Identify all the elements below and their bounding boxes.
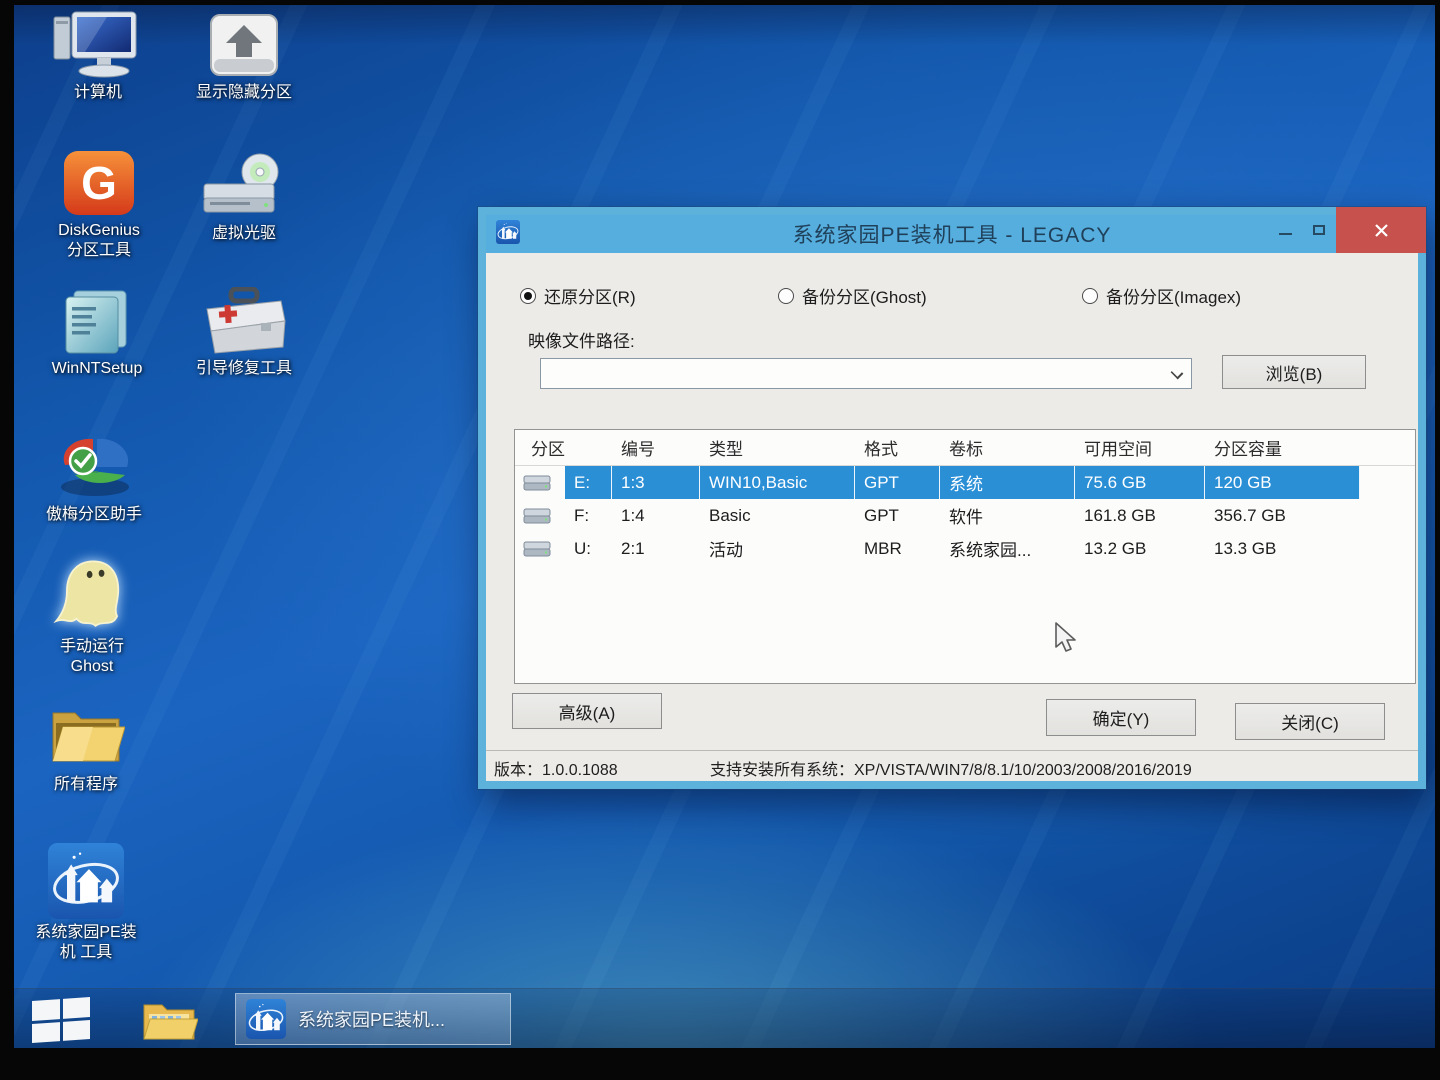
aomei-partition-icon (24, 429, 164, 501)
statusbar-divider (486, 750, 1418, 751)
col-format[interactable]: 格式 (855, 435, 940, 460)
desktop-icon-winntsetup[interactable]: WinNTSetup (27, 283, 167, 379)
icon-label: 引导修复工具 (174, 359, 314, 379)
col-label[interactable]: 卷标 (940, 435, 1075, 460)
supported-systems-text: 支持安装所有系统：XP/VISTA/WIN7/8/8.1/10/2003/200… (710, 756, 1192, 780)
desktop-icon-show-hidden-partitions[interactable]: 显示隐藏分区 (174, 7, 314, 103)
taskbar-app-label: 系统家园PE装机... (298, 1006, 445, 1032)
icon-label: 手动运行 Ghost (22, 637, 162, 677)
window-app-icon (496, 220, 520, 249)
taskbar-app-pe-tool[interactable]: 系统家园PE装机... (235, 993, 511, 1045)
table-header-row: 分区 编号 类型 格式 卷标 可用空间 分区容量 (515, 430, 1415, 466)
icon-label: 计算机 (28, 83, 168, 103)
mouse-cursor (1052, 621, 1082, 662)
icon-label: 显示隐藏分区 (174, 83, 314, 103)
virtual-cd-icon (174, 148, 314, 220)
windows-logo-icon (32, 999, 60, 1020)
monitor-screen: 计算机 显示隐藏分区 G DiskGenius 分区工具 (14, 5, 1435, 1048)
drive-icon (515, 499, 565, 532)
pe-tool-icon (246, 999, 286, 1039)
icon-label: 所有程序 (16, 775, 156, 795)
close-button[interactable]: 关闭(C) (1235, 703, 1385, 740)
icon-label: 傲梅分区助手 (24, 505, 164, 525)
radio-circle (520, 288, 536, 304)
ok-button[interactable]: 确定(Y) (1046, 699, 1196, 736)
desktop-icon-computer[interactable]: 计算机 (28, 7, 168, 103)
col-free-space[interactable]: 可用空间 (1075, 435, 1205, 460)
drive-icon (515, 532, 565, 565)
icon-label: DiskGenius 分区工具 (29, 221, 169, 261)
file-explorer-button[interactable] (140, 997, 198, 1048)
radio-label: 备份分区(Ghost) (802, 283, 927, 308)
col-capacity[interactable]: 分区容量 (1205, 435, 1360, 460)
radio-circle (778, 288, 794, 304)
radio-circle (1082, 288, 1098, 304)
chevron-down-icon (1171, 367, 1184, 380)
desktop-icon-virtual-cd[interactable]: 虚拟光驱 (174, 148, 314, 244)
boot-repair-icon (174, 283, 314, 355)
partition-table[interactable]: 分区 编号 类型 格式 卷标 可用空间 分区容量 E: 1:3 WIN10,Ba… (514, 429, 1416, 684)
pe-install-tool-window: 系统家园PE装机工具 - LEGACY 还原分区(R) (478, 207, 1426, 789)
table-row[interactable]: U: 2:1 活动 MBR 系统家园... 13.2 GB 13.3 GB (515, 532, 1415, 565)
image-path-combobox[interactable] (540, 358, 1192, 389)
maximize-button[interactable] (1302, 207, 1336, 253)
window-content: 还原分区(R) 备份分区(Ghost) 备份分区(Imagex) 映像文件路径:… (486, 253, 1418, 781)
version-text: 版本：1.0.0.1088 (494, 756, 618, 780)
ghost-icon (22, 561, 162, 633)
close-icon (1374, 223, 1389, 238)
folder-icon (16, 699, 156, 771)
diskgenius-icon: G (29, 145, 169, 217)
desktop-icon-pe-tool[interactable]: 系统家园PE装 机 工具 (16, 847, 156, 963)
explorer-folder-icon (140, 997, 198, 1043)
icon-label: WinNTSetup (27, 359, 167, 379)
start-button[interactable] (32, 997, 90, 1043)
drive-icon (515, 466, 565, 499)
radio-backup-imagex[interactable]: 备份分区(Imagex) (1082, 283, 1241, 308)
table-row[interactable]: E: 1:3 WIN10,Basic GPT 系统 75.6 GB 120 GB (515, 466, 1415, 499)
minimize-button[interactable] (1268, 207, 1302, 253)
col-type[interactable]: 类型 (700, 435, 855, 460)
radio-backup-ghost[interactable]: 备份分区(Ghost) (778, 283, 927, 308)
radio-label: 备份分区(Imagex) (1106, 283, 1241, 308)
taskbar: 系统家园PE装机... (14, 988, 1435, 1048)
advanced-button[interactable]: 高级(A) (512, 693, 662, 729)
winntsetup-icon (27, 283, 167, 355)
desktop-icon-boot-repair[interactable]: 引导修复工具 (174, 283, 314, 379)
desktop-icon-all-programs[interactable]: 所有程序 (16, 699, 156, 795)
computer-icon (28, 7, 168, 79)
icon-label: 系统家园PE装 机 工具 (16, 923, 156, 963)
browse-button[interactable]: 浏览(B) (1222, 355, 1366, 389)
titlebar[interactable]: 系统家园PE装机工具 - LEGACY (486, 215, 1418, 253)
col-number[interactable]: 编号 (612, 435, 700, 460)
radio-label: 还原分区(R) (544, 283, 636, 308)
table-row[interactable]: F: 1:4 Basic GPT 软件 161.8 GB 356.7 GB (515, 499, 1415, 532)
radio-restore-partition[interactable]: 还原分区(R) (520, 283, 636, 308)
desktop-icon-run-ghost[interactable]: 手动运行 Ghost (22, 561, 162, 677)
col-partition[interactable]: 分区 (515, 435, 612, 460)
close-window-button[interactable] (1336, 207, 1426, 253)
desktop-icon-diskgenius[interactable]: G DiskGenius 分区工具 (29, 145, 169, 261)
image-path-label: 映像文件路径: (528, 327, 635, 352)
svg-text:G: G (81, 157, 117, 209)
desktop-icon-aomei-partition[interactable]: 傲梅分区助手 (24, 429, 164, 525)
icon-label: 虚拟光驱 (174, 224, 314, 244)
show-hidden-partitions-icon (174, 7, 314, 79)
statusbar: 版本：1.0.0.1088 支持安装所有系统：XP/VISTA/WIN7/8/8… (486, 756, 1418, 781)
pe-tool-icon (16, 847, 156, 919)
